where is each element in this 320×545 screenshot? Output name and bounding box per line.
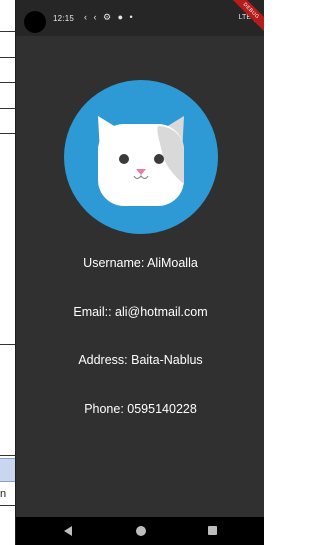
doc-table-line: [0, 82, 16, 83]
background-document: n: [0, 0, 16, 545]
camera-cutout: [24, 11, 46, 33]
notification-icons: ‹ ‹ ⚙ ● •: [84, 12, 135, 22]
address-text: Address: Baita-Nablus: [78, 353, 203, 367]
doc-table-line: [0, 108, 16, 109]
email-text: Email:: ali@hotmail.com: [73, 305, 208, 319]
doc-text-fragment: n: [0, 488, 7, 500]
cat-face-icon: [98, 116, 184, 206]
navigation-bar: [16, 517, 264, 545]
phone-screen: 12:15 ‹ ‹ ⚙ ● • LTE DEBUG Username: AliM…: [15, 0, 264, 545]
profile-avatar: [64, 80, 218, 234]
doc-selected-cell: [0, 458, 16, 482]
doc-table-line: [0, 505, 16, 506]
doc-table-line: [0, 31, 16, 32]
doc-table-line: [0, 133, 16, 134]
doc-table-line: [0, 455, 16, 456]
doc-table-line: [0, 57, 16, 58]
username-text: Username: AliMoalla: [83, 256, 198, 270]
home-circle-icon[interactable]: [136, 526, 146, 536]
doc-table-line: [0, 344, 16, 345]
back-triangle-icon[interactable]: [64, 526, 72, 536]
phone-text: Phone: 0595140228: [84, 402, 197, 416]
recents-square-icon[interactable]: [208, 526, 217, 535]
status-time: 12:15: [53, 14, 75, 23]
status-bar: 12:15 ‹ ‹ ⚙ ● • LTE DEBUG: [16, 0, 264, 40]
